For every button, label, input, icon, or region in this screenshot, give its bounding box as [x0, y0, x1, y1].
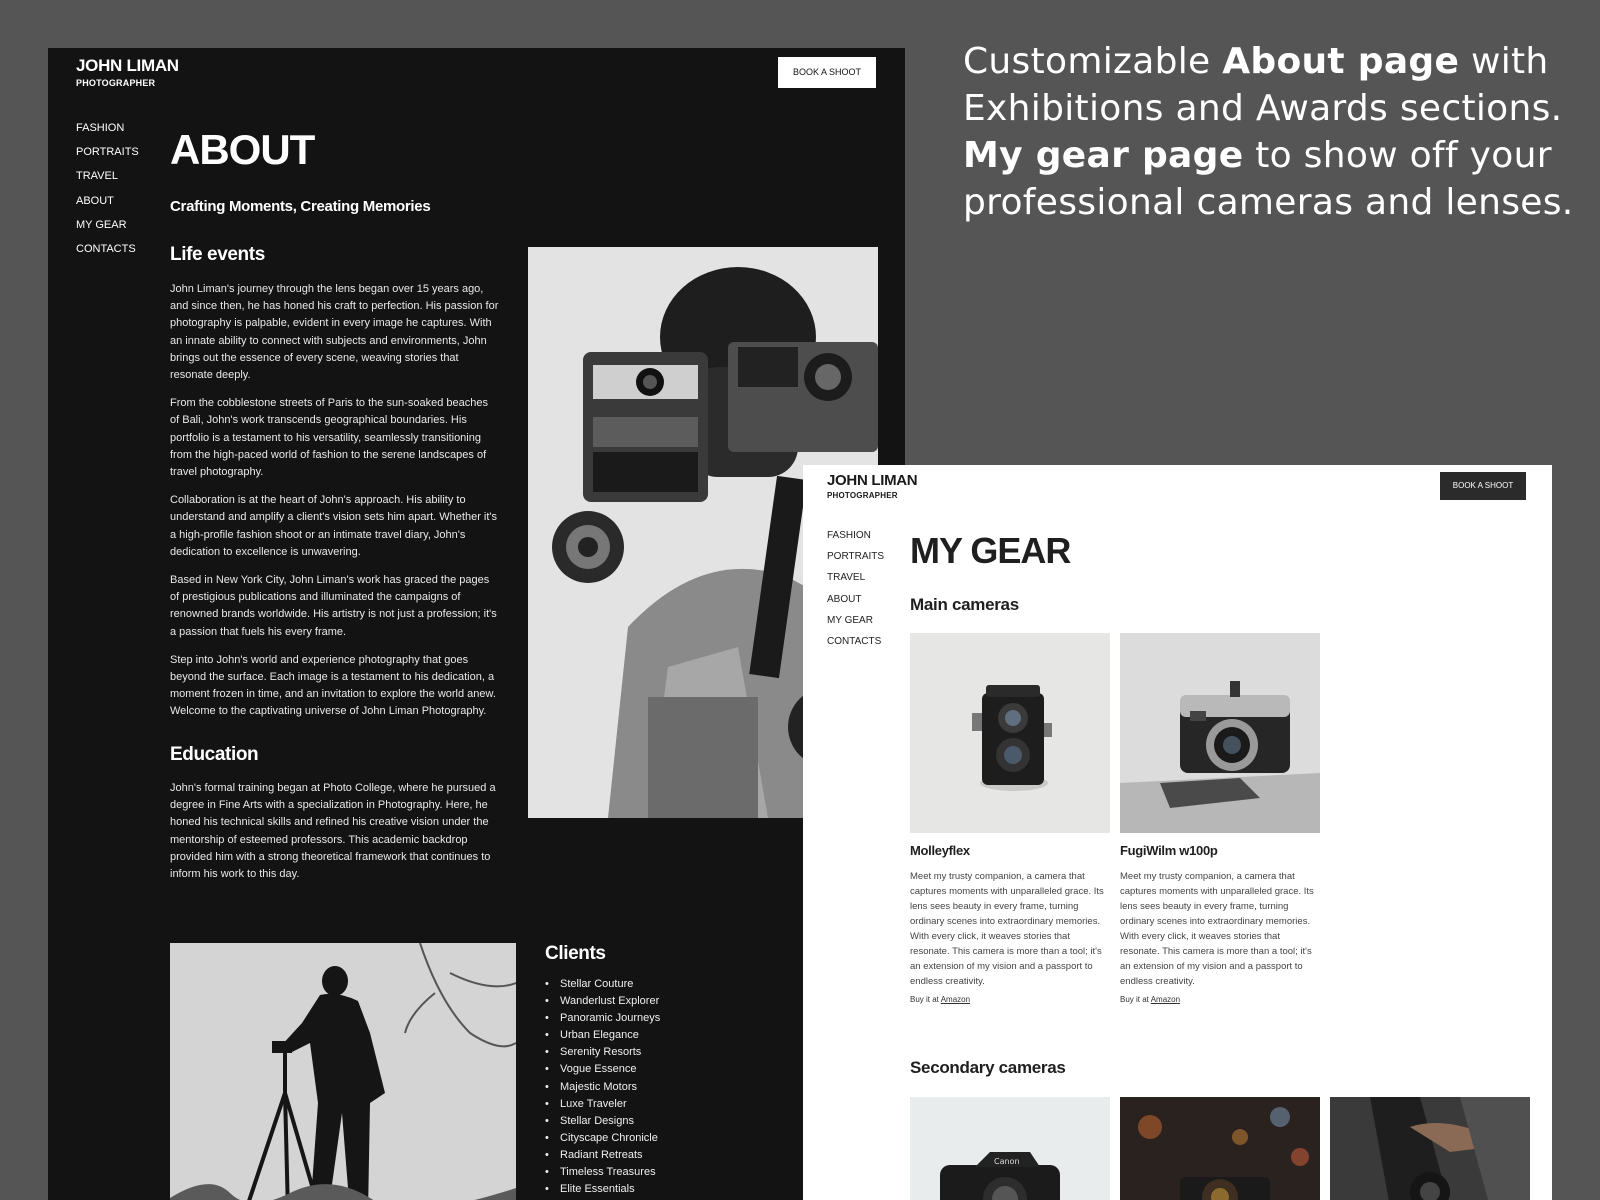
client-item: Stellar Couture: [545, 978, 660, 995]
nav-item-contacts[interactable]: CONTACTS: [76, 243, 139, 267]
client-item: Stellar Designs: [545, 1115, 660, 1132]
nav-item-about[interactable]: ABOUT: [76, 195, 139, 219]
client-item: Wanderlust Explorer: [545, 995, 660, 1012]
sidebar-nav: FASHION PORTRAITS TRAVEL ABOUT MY GEAR C…: [827, 530, 884, 657]
buy-line: Buy it at Amazon: [1120, 995, 1320, 1004]
buy-prefix: Buy it at: [1120, 995, 1151, 1004]
nav-item-travel[interactable]: TRAVEL: [76, 170, 139, 194]
client-item: Majestic Motors: [545, 1081, 660, 1098]
education-heading: Education: [170, 744, 259, 765]
page-title: ABOUT: [170, 126, 315, 173]
nav-item-fashion[interactable]: FASHION: [827, 530, 884, 551]
book-shoot-button[interactable]: BOOK A SHOOT: [778, 57, 876, 88]
life-events-text: John Liman's journey through the lens be…: [170, 281, 500, 732]
camera-image-molleyflex[interactable]: [910, 633, 1110, 833]
about-page-screenshot: JOHN LIMAN PHOTOGRAPHER BOOK A SHOOT FAS…: [48, 48, 905, 1200]
camera-card: FugiWilm w100p Meet my trusty companion,…: [1120, 633, 1320, 1004]
my-gear-page-screenshot: JOHN LIMAN PHOTOGRAPHER BOOK A SHOOT FAS…: [803, 465, 1552, 1200]
sidebar-nav: FASHION PORTRAITS TRAVEL ABOUT MY GEAR C…: [76, 122, 139, 267]
nav-item-my-gear[interactable]: MY GEAR: [827, 615, 884, 636]
caption-highlight-gear: My gear page: [963, 135, 1244, 176]
education-paragraph: John's formal training began at Photo Co…: [170, 782, 496, 881]
nav-item-portraits[interactable]: PORTRAITS: [827, 551, 884, 572]
book-shoot-button[interactable]: BOOK A SHOOT: [1440, 472, 1526, 500]
amazon-link[interactable]: Amazon: [941, 995, 970, 1004]
camera-card: Molleyflex Meet my trusty companion, a c…: [910, 633, 1110, 1004]
secondary-camera-image[interactable]: [1330, 1097, 1530, 1200]
camera-description: Meet my trusty companion, a camera that …: [1120, 871, 1314, 987]
client-item: Serenity Resorts: [545, 1046, 660, 1063]
clients-list: Stellar Couture Wanderlust Explorer Pano…: [545, 978, 660, 1200]
secondary-camera-image[interactable]: Canon: [910, 1097, 1110, 1200]
main-cameras-heading: Main cameras: [910, 595, 1019, 614]
nav-item-travel[interactable]: TRAVEL: [827, 572, 884, 593]
brand-logo[interactable]: JOHN LIMAN PHOTOGRAPHER: [827, 472, 918, 500]
education-text: John's formal training began at Photo Co…: [170, 780, 500, 894]
silhouette-photographer-image: [170, 943, 516, 1200]
brand-subtitle: PHOTOGRAPHER: [827, 491, 898, 500]
client-item: Luxe Traveler: [545, 1098, 660, 1115]
camera-description: Meet my trusty companion, a camera that …: [910, 871, 1104, 987]
nav-item-contacts[interactable]: CONTACTS: [827, 636, 884, 657]
canon-logo-text: Canon: [994, 1157, 1020, 1166]
client-item: Panoramic Journeys: [545, 1012, 660, 1029]
brand-logo[interactable]: JOHN LIMAN PHOTOGRAPHER: [76, 56, 179, 88]
nav-item-portraits[interactable]: PORTRAITS: [76, 146, 139, 170]
camera-name: Molleyflex: [910, 843, 970, 858]
nav-item-fashion[interactable]: FASHION: [76, 122, 139, 146]
buy-prefix: Buy it at: [910, 995, 941, 1004]
promo-caption: Customizable About page with Exhibitions…: [963, 38, 1583, 226]
amazon-link[interactable]: Amazon: [1151, 995, 1180, 1004]
secondary-camera-image[interactable]: [1120, 1097, 1320, 1200]
client-item: Elite Essentials: [545, 1183, 660, 1200]
client-item: Vogue Essence: [545, 1063, 660, 1080]
page-title: MY GEAR: [910, 530, 1071, 571]
life-events-paragraph: John Liman's journey through the lens be…: [170, 283, 499, 382]
life-events-paragraph: Based in New York City, John Liman's wor…: [170, 574, 497, 638]
camera-image-fugiwilm[interactable]: [1120, 633, 1320, 833]
nav-item-my-gear[interactable]: MY GEAR: [76, 219, 139, 243]
client-item: Cityscape Chronicle: [545, 1132, 660, 1149]
clients-heading: Clients: [545, 943, 606, 964]
brand-name: JOHN LIMAN: [827, 472, 918, 489]
camera-name: FugiWilm w100p: [1120, 843, 1218, 858]
life-events-paragraph: Step into John's world and experience ph…: [170, 653, 496, 718]
life-events-paragraph: Collaboration is at the heart of John's …: [170, 494, 498, 558]
brand-subtitle: PHOTOGRAPHER: [76, 78, 156, 88]
page-tagline: Crafting Moments, Creating Memories: [170, 198, 431, 215]
brand-name: JOHN LIMAN: [76, 56, 179, 75]
nav-item-about[interactable]: ABOUT: [827, 594, 884, 615]
client-item: Urban Elegance: [545, 1029, 660, 1046]
caption-text-1: Customizable: [963, 41, 1223, 82]
life-events-heading: Life events: [170, 244, 265, 265]
client-item: Radiant Retreats: [545, 1149, 660, 1166]
secondary-cameras-heading: Secondary cameras: [910, 1058, 1066, 1077]
caption-highlight-about: About page: [1222, 41, 1460, 82]
life-events-paragraph: From the cobblestone streets of Paris to…: [170, 397, 488, 479]
client-item: Timeless Treasures: [545, 1166, 660, 1183]
buy-line: Buy it at Amazon: [910, 995, 1110, 1004]
